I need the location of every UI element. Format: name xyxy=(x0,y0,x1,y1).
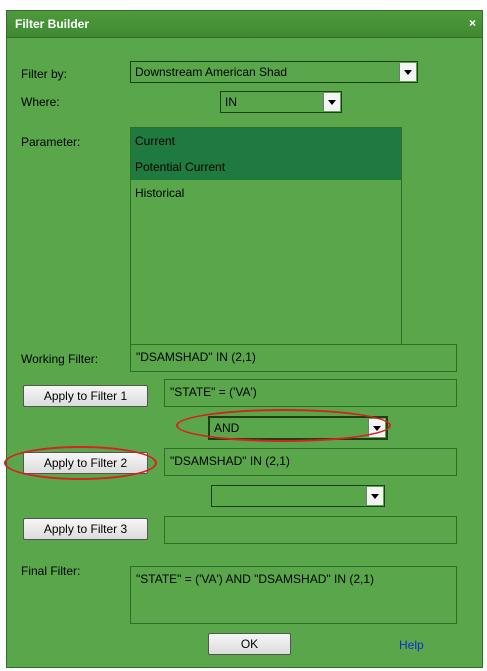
filter-2-3-operator-dropdown[interactable] xyxy=(211,485,385,507)
filter-by-value: Downstream American Shad xyxy=(135,65,288,79)
parameter-listbox[interactable]: Current Potential Current Historical xyxy=(130,127,402,348)
dialog-title: Filter Builder xyxy=(15,17,90,31)
chevron-down-icon[interactable] xyxy=(368,419,385,437)
apply-to-filter-3-button[interactable]: Apply to Filter 3 xyxy=(23,518,148,540)
working-filter-field: "DSAMSHAD" IN (2,1) xyxy=(130,344,457,372)
parameter-option-historical[interactable]: Historical xyxy=(131,180,401,206)
chevron-down-icon[interactable] xyxy=(366,487,383,505)
filter-1-2-operator-dropdown[interactable]: AND xyxy=(208,416,388,440)
filter-1-field: "STATE" = ('VA') xyxy=(164,379,457,407)
title-bar: Filter Builder × xyxy=(7,11,482,38)
parameter-option-potential-current[interactable]: Potential Current xyxy=(131,154,401,180)
working-filter-label: Working Filter: xyxy=(21,352,99,366)
apply-to-filter-2-button[interactable]: Apply to Filter 2 xyxy=(23,452,148,474)
filter-by-dropdown[interactable]: Downstream American Shad xyxy=(130,61,418,83)
where-operator-dropdown[interactable]: IN xyxy=(220,91,342,113)
final-filter-label: Final Filter: xyxy=(21,564,81,578)
filter-2-field: "DSAMSHAD" IN (2,1) xyxy=(164,448,457,476)
where-operator-value: IN xyxy=(225,95,237,109)
help-link[interactable]: Help xyxy=(399,638,424,652)
chevron-down-icon[interactable] xyxy=(323,93,340,111)
where-label: Where: xyxy=(21,95,60,109)
operator-1-value: AND xyxy=(214,421,240,435)
chevron-down-icon[interactable] xyxy=(399,63,416,81)
filter-1-value: "STATE" = ('VA') xyxy=(170,385,257,399)
parameter-label: Parameter: xyxy=(21,135,81,149)
final-filter-value: "STATE" = ('VA') AND "DSAMSHAD" IN (2,1) xyxy=(136,572,374,586)
working-filter-value: "DSAMSHAD" IN (2,1) xyxy=(136,350,256,364)
filter-builder-dialog: Filter Builder × Filter by: Downstream A… xyxy=(6,10,483,668)
close-icon[interactable]: × xyxy=(469,16,476,30)
filter-by-label: Filter by: xyxy=(21,67,68,81)
ok-button[interactable]: OK xyxy=(208,633,291,655)
final-filter-field: "STATE" = ('VA') AND "DSAMSHAD" IN (2,1) xyxy=(130,566,457,624)
parameter-option-current[interactable]: Current xyxy=(131,128,401,154)
apply-to-filter-1-button[interactable]: Apply to Filter 1 xyxy=(23,385,148,407)
filter-3-field xyxy=(164,516,457,544)
filter-2-value: "DSAMSHAD" IN (2,1) xyxy=(170,454,290,468)
